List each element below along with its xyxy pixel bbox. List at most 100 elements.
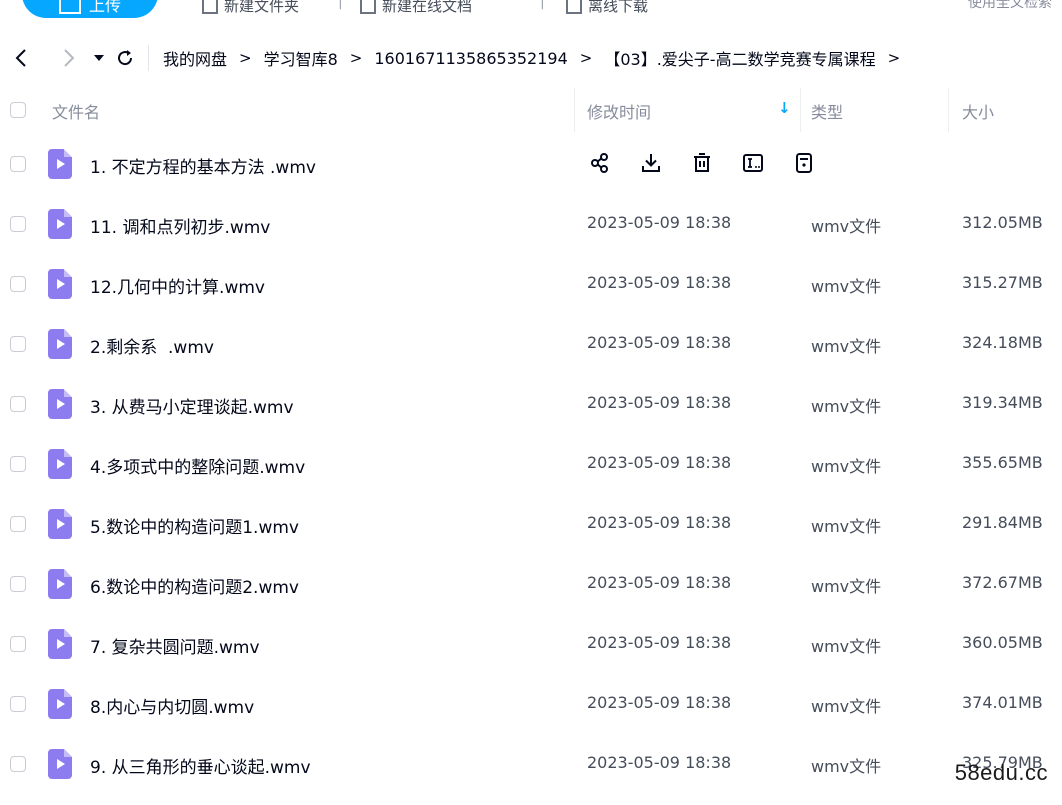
chevron-left-icon (15, 49, 26, 67)
file-list-header: 文件名 修改时间 ↓ 类型 大小 (0, 88, 1062, 132)
history-dropdown-button[interactable] (92, 43, 106, 73)
file-row[interactable]: 12.几何中的计算.wmv 2023-05-09 18:38 wmv文件 315… (0, 254, 1062, 314)
row-checkbox[interactable] (10, 696, 26, 712)
column-header-size[interactable]: 大小 (962, 99, 994, 123)
upload-icon (58, 0, 81, 14)
breadcrumb-item[interactable]: 我的网盘 (163, 46, 227, 70)
more-button[interactable] (792, 151, 816, 175)
video-file-icon (48, 149, 72, 179)
file-name[interactable]: 7. 复杂共圆问题.wmv (90, 633, 260, 658)
row-checkbox[interactable] (10, 336, 26, 352)
file-name[interactable]: 11. 调和点列初步.wmv (90, 213, 270, 238)
file-type: wmv文件 (811, 517, 882, 536)
file-size: 360.05MB (962, 633, 1043, 652)
file-row[interactable]: 1. 不定方程的基本方法 .wmv (0, 134, 1062, 194)
watermark-text: 58edu.cc (954, 760, 1048, 785)
file-name[interactable]: 2.剩余系 .wmv (90, 333, 214, 358)
video-file-icon (48, 269, 72, 299)
column-header-type[interactable]: 类型 (811, 99, 843, 123)
file-name[interactable]: 12.几何中的计算.wmv (90, 273, 265, 298)
file-row[interactable]: 5.数论中的构造问题1.wmv 2023-05-09 18:38 wmv文件 2… (0, 494, 1062, 554)
delete-button[interactable] (690, 151, 714, 175)
delete-icon (694, 153, 710, 172)
new-folder-button[interactable]: 新建文件夹 (202, 0, 299, 18)
column-divider[interactable] (948, 88, 949, 132)
file-type: wmv文件 (811, 757, 882, 776)
refresh-button[interactable] (112, 43, 138, 73)
offline-download-label: 离线下载 (588, 0, 649, 15)
video-file-icon (48, 629, 72, 659)
upload-button[interactable]: 上传 (22, 0, 158, 18)
share-button[interactable] (588, 151, 612, 175)
column-header-name[interactable]: 文件名 (52, 99, 100, 123)
sort-desc-icon[interactable]: ↓ (778, 99, 791, 117)
share-icon (591, 153, 608, 173)
breadcrumb-separator: > (579, 49, 593, 67)
back-button[interactable] (8, 43, 34, 73)
file-row[interactable]: 3. 从费马小定理谈起.wmv 2023-05-09 18:38 wmv文件 3… (0, 374, 1062, 434)
column-divider[interactable] (800, 88, 801, 132)
file-row[interactable]: 11. 调和点列初步.wmv 2023-05-09 18:38 wmv文件 31… (0, 194, 1062, 254)
file-name[interactable]: 9. 从三角形的垂心谈起.wmv (90, 753, 311, 778)
new-folder-label: 新建文件夹 (224, 0, 300, 15)
video-file-icon (48, 209, 72, 239)
file-name[interactable]: 4.多项式中的整除问题.wmv (90, 453, 305, 478)
rename-icon (743, 154, 763, 172)
row-checkbox[interactable] (10, 276, 26, 292)
file-type: wmv文件 (811, 217, 882, 236)
file-size: 319.34MB (962, 393, 1043, 412)
column-divider[interactable] (574, 88, 575, 132)
row-checkbox[interactable] (10, 456, 26, 472)
row-checkbox[interactable] (10, 636, 26, 652)
caret-down-icon (94, 55, 104, 61)
file-row[interactable]: 7. 复杂共圆问题.wmv 2023-05-09 18:38 wmv文件 360… (0, 614, 1062, 674)
fulltext-search-link[interactable]: 使用全文检索 (968, 0, 1052, 12)
breadcrumb-item[interactable]: 学习智库8 (264, 46, 338, 70)
file-size: 312.05MB (962, 213, 1043, 232)
select-all-checkbox[interactable] (10, 102, 26, 118)
row-checkbox[interactable] (10, 156, 26, 172)
breadcrumb-item-current[interactable]: 【03】.爱尖子-高二数学竞赛专属课程 (604, 46, 875, 70)
file-size: 324.18MB (962, 333, 1043, 352)
file-name[interactable]: 8.内心与内切圆.wmv (90, 693, 254, 718)
file-name[interactable]: 3. 从费马小定理谈起.wmv (90, 393, 294, 418)
refresh-icon (118, 50, 133, 66)
file-modified-time: 2023-05-09 18:38 (587, 573, 732, 592)
breadcrumb-item[interactable]: 1601671135865352194 (374, 49, 567, 68)
new-online-doc-label: 新建在线文档 (382, 0, 473, 15)
file-modified-time: 2023-05-09 18:38 (587, 633, 732, 652)
offline-download-button[interactable]: 离线下载 (566, 0, 648, 18)
file-modified-time: 2023-05-09 18:38 (587, 213, 732, 232)
video-file-icon (48, 749, 72, 779)
new-online-doc-button[interactable]: 新建在线文档 (360, 0, 472, 18)
file-type: wmv文件 (811, 697, 882, 716)
column-header-modified[interactable]: 修改时间 (587, 99, 651, 123)
file-row[interactable]: 9. 从三角形的垂心谈起.wmv 2023-05-09 18:38 wmv文件 … (0, 734, 1062, 794)
rename-button[interactable] (741, 151, 765, 175)
row-checkbox[interactable] (10, 516, 26, 532)
file-name[interactable]: 6.数论中的构造问题2.wmv (90, 573, 299, 598)
row-checkbox[interactable] (10, 396, 26, 412)
file-name[interactable]: 1. 不定方程的基本方法 .wmv (90, 153, 316, 178)
download-button[interactable] (639, 151, 663, 175)
file-modified-time: 2023-05-09 18:38 (587, 393, 732, 412)
video-file-icon (48, 689, 72, 719)
navigation-bar: 我的网盘 > 学习智库8 > 1601671135865352194 > 【03… (0, 40, 1062, 76)
file-size: 374.01MB (962, 693, 1043, 712)
video-file-icon (48, 389, 72, 419)
file-row[interactable]: 8.内心与内切圆.wmv 2023-05-09 18:38 wmv文件 374.… (0, 674, 1062, 734)
file-name[interactable]: 5.数论中的构造问题1.wmv (90, 513, 299, 538)
file-modified-time: 2023-05-09 18:38 (587, 453, 732, 472)
file-size: 355.65MB (962, 453, 1043, 472)
forward-button[interactable] (56, 43, 82, 73)
file-row[interactable]: 2.剩余系 .wmv 2023-05-09 18:38 wmv文件 324.18… (0, 314, 1062, 374)
row-checkbox[interactable] (10, 756, 26, 772)
file-row[interactable]: 6.数论中的构造问题2.wmv 2023-05-09 18:38 wmv文件 3… (0, 554, 1062, 614)
file-modified-time: 2023-05-09 18:38 (587, 513, 732, 532)
folder-plus-icon (202, 0, 218, 14)
breadcrumb-separator: > (887, 49, 901, 67)
breadcrumb-separator: > (239, 49, 252, 67)
file-row[interactable]: 4.多项式中的整除问题.wmv 2023-05-09 18:38 wmv文件 3… (0, 434, 1062, 494)
row-checkbox[interactable] (10, 216, 26, 232)
row-checkbox[interactable] (10, 576, 26, 592)
